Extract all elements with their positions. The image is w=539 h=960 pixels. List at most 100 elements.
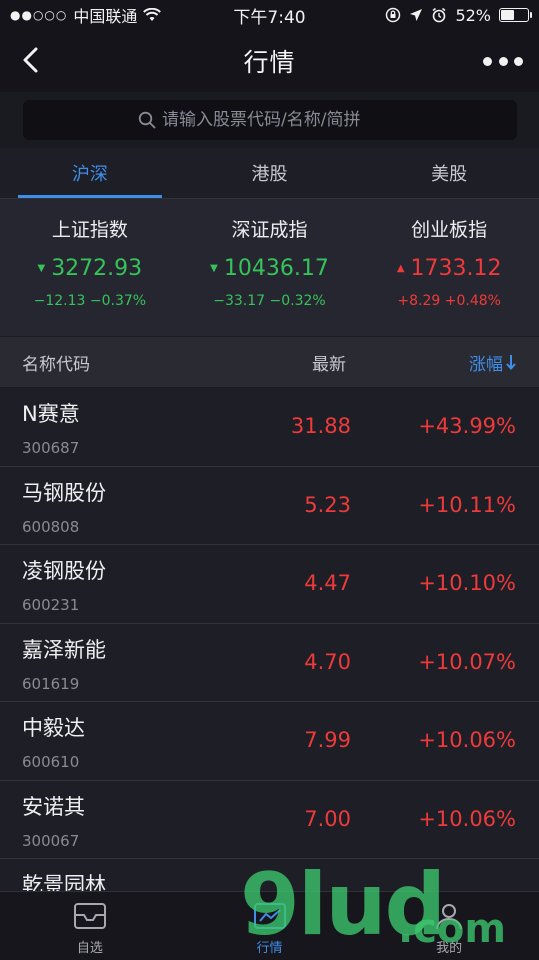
stock-code: 300687 bbox=[22, 439, 80, 457]
column-header-change-label: 涨幅 bbox=[469, 354, 503, 375]
column-header-name-code: 名称代码 bbox=[22, 354, 90, 375]
stock-change: +10.07% bbox=[418, 649, 516, 674]
table-row[interactable]: 安诺其 300067 7.00 +10.06% bbox=[0, 781, 539, 859]
list-header: 名称代码 最新 涨幅 bbox=[0, 336, 539, 388]
tabbar-label: 自选 bbox=[76, 941, 103, 956]
index-card-chinext[interactable]: 创业板指 ▲ 1733.12 +8.29 +0.48% bbox=[359, 199, 539, 336]
index-value-row: ▼ 3272.93 bbox=[37, 256, 142, 281]
bottom-tab-bar: 自选 行情 我的 bbox=[0, 891, 539, 960]
tab-meigu[interactable]: 美股 bbox=[359, 148, 539, 198]
stock-code: 600808 bbox=[22, 517, 80, 536]
index-name: 上证指数 bbox=[51, 219, 128, 241]
stock-name: N赛意 bbox=[22, 402, 80, 426]
up-triangle-icon: ▲ bbox=[396, 263, 405, 274]
table-row[interactable]: 中毅达 600610 7.99 +10.06% bbox=[0, 702, 539, 781]
stock-name: 安诺其 bbox=[22, 794, 85, 819]
index-value: 1733.12 bbox=[410, 256, 502, 281]
nav-bar: 行情 bbox=[0, 30, 539, 92]
stock-name: 马钢股份 bbox=[22, 480, 106, 505]
index-change-amount: −12.13 bbox=[33, 293, 86, 309]
stock-price: 7.99 bbox=[304, 728, 351, 752]
inbox-icon bbox=[73, 903, 106, 929]
tabbar-label: 行情 bbox=[256, 941, 283, 956]
more-button[interactable] bbox=[483, 48, 523, 74]
more-dot-icon bbox=[498, 56, 508, 66]
stock-name: 凌钢股份 bbox=[22, 559, 106, 583]
tab-ganggu[interactable]: 港股 bbox=[180, 148, 360, 198]
column-header-change-sort[interactable]: 涨幅 bbox=[469, 350, 517, 375]
index-value-row: ▲ 1733.12 bbox=[397, 256, 502, 281]
search-icon bbox=[138, 111, 156, 129]
stock-code: 600610 bbox=[22, 753, 80, 771]
back-button[interactable] bbox=[12, 42, 48, 78]
index-summary: 上证指数 ▼ 3272.93 −12.13 −0.37% 深证成指 ▼ 1043… bbox=[0, 198, 539, 336]
location-icon bbox=[410, 9, 423, 21]
chart-icon bbox=[253, 903, 286, 929]
index-value: 3272.93 bbox=[51, 256, 143, 281]
stock-change: +10.10% bbox=[418, 571, 516, 595]
stock-price: 5.23 bbox=[304, 492, 351, 517]
stock-change: +10.06% bbox=[418, 728, 516, 752]
index-value: 10436.17 bbox=[223, 256, 329, 281]
stock-price: 4.47 bbox=[304, 571, 351, 595]
more-dot-icon bbox=[514, 56, 523, 66]
table-row[interactable]: N赛意 300687 31.88 +43.99% bbox=[0, 388, 539, 467]
table-row[interactable]: 乾景园林 bbox=[0, 859, 539, 891]
index-change: −33.17 −0.32% bbox=[213, 293, 325, 309]
wifi-icon bbox=[143, 8, 162, 21]
column-header-latest[interactable]: 最新 bbox=[312, 350, 346, 375]
battery-fill bbox=[501, 10, 514, 20]
tab-hushen[interactable]: 沪深 bbox=[0, 148, 180, 198]
stock-name: 嘉泽新能 bbox=[22, 637, 106, 662]
carrier-name: 中国联通 bbox=[73, 7, 138, 26]
status-right: 52% bbox=[329, 5, 532, 25]
index-change-amount: +8.29 bbox=[397, 293, 441, 309]
person-icon bbox=[436, 904, 463, 930]
index-name: 创业板指 bbox=[411, 219, 488, 241]
search-section bbox=[0, 92, 539, 148]
index-change-amount: −33.17 bbox=[213, 293, 266, 309]
page-title: 行情 bbox=[243, 48, 296, 77]
status-time: 下午7:40 bbox=[233, 7, 306, 28]
table-row[interactable]: 马钢股份 600808 5.23 +10.11% bbox=[0, 467, 539, 545]
down-triangle-icon: ▼ bbox=[37, 263, 46, 274]
index-value-row: ▼ 10436.17 bbox=[210, 256, 329, 281]
stock-list: N赛意 300687 31.88 +43.99% 马钢股份 600808 5.2… bbox=[0, 388, 539, 891]
market-tabs: 沪深 港股 美股 bbox=[0, 148, 539, 198]
signal-icon: ●●○○○ bbox=[10, 8, 68, 22]
stock-name: 乾景园林 bbox=[22, 873, 106, 891]
battery-percent: 52% bbox=[455, 5, 491, 25]
chevron-left-icon bbox=[23, 47, 38, 73]
index-change-percent: +0.48% bbox=[444, 293, 501, 309]
stock-price: 31.88 bbox=[290, 414, 351, 438]
rotation-lock-icon bbox=[386, 7, 401, 23]
index-change: +8.29 +0.48% bbox=[397, 293, 501, 309]
index-card-shenzhen[interactable]: 深证成指 ▼ 10436.17 −33.17 −0.32% bbox=[180, 199, 360, 336]
tabbar-label: 我的 bbox=[436, 941, 463, 956]
index-change-percent: −0.32% bbox=[269, 293, 326, 309]
status-bar: ●●○○○ 中国联通 下午7:40 52% bbox=[0, 0, 539, 30]
stock-code: 601619 bbox=[22, 674, 80, 693]
tabbar-item-market[interactable]: 行情 bbox=[180, 892, 360, 960]
stock-change: +10.11% bbox=[418, 492, 516, 517]
stock-change: +10.06% bbox=[418, 806, 516, 831]
index-change: −12.13 −0.37% bbox=[34, 293, 146, 309]
index-change-percent: −0.37% bbox=[89, 293, 147, 309]
alarm-icon bbox=[432, 7, 446, 23]
battery-icon bbox=[499, 8, 532, 22]
stock-change: +43.99% bbox=[418, 414, 516, 438]
tabbar-item-mine[interactable]: 我的 bbox=[359, 892, 539, 960]
table-row[interactable]: 嘉泽新能 601619 4.70 +10.07% bbox=[0, 624, 539, 702]
stock-code: 600231 bbox=[22, 596, 80, 614]
search-input[interactable] bbox=[162, 110, 402, 130]
search-box[interactable] bbox=[23, 100, 517, 140]
stock-code: 300067 bbox=[22, 831, 80, 850]
sort-down-arrow-icon bbox=[506, 355, 516, 371]
down-triangle-icon: ▼ bbox=[210, 263, 218, 274]
stock-name: 中毅达 bbox=[22, 716, 85, 740]
stock-price: 4.70 bbox=[304, 649, 351, 674]
index-card-shanghai[interactable]: 上证指数 ▼ 3272.93 −12.13 −0.37% bbox=[0, 199, 180, 336]
table-row[interactable]: 凌钢股份 600231 4.47 +10.10% bbox=[0, 545, 539, 624]
status-left: ●●○○○ 中国联通 bbox=[10, 3, 210, 27]
tabbar-item-watchlist[interactable]: 自选 bbox=[0, 892, 180, 960]
